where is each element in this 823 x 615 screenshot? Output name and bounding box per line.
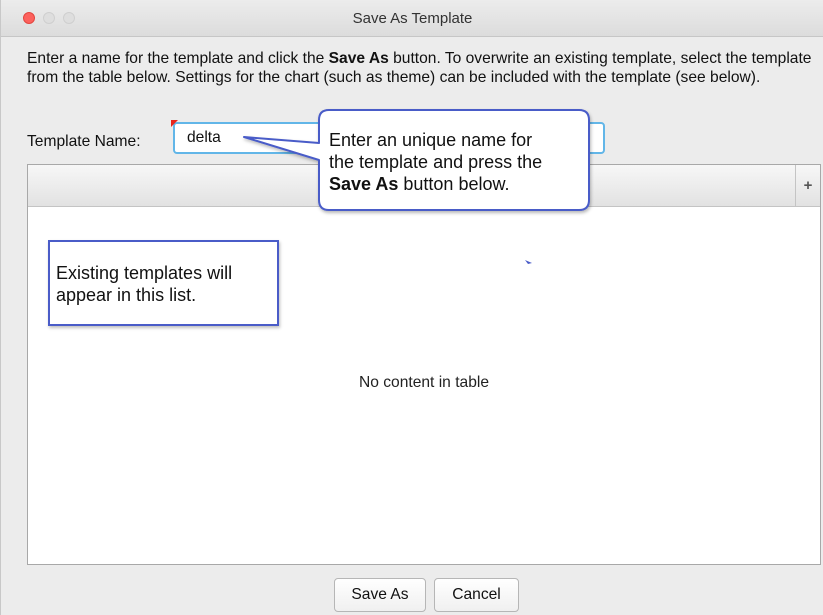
save-as-template-dialog: Save As Template Enter a name for the te…: [0, 0, 823, 615]
stray-cursor-mark: [525, 260, 532, 264]
callout-line-2: the template and press the: [329, 152, 543, 172]
add-column-icon[interactable]: +: [795, 165, 820, 206]
cancel-button[interactable]: Cancel: [434, 578, 519, 612]
error-corner-marker: [171, 120, 178, 127]
callout-line-1: Enter an unique name for: [329, 130, 533, 150]
window-title: Save As Template: [352, 10, 473, 27]
instructions-part-1: Enter a name for the template and click …: [27, 50, 329, 67]
note-text: Existing templates will appear in this l…: [56, 262, 232, 306]
title-bar: Save As Template: [1, 0, 823, 37]
template-name-label: Template Name:: [27, 133, 141, 150]
note-callout-box: Existing templates will appear in this l…: [48, 240, 279, 326]
callout-line-3-rest: button below.: [398, 174, 510, 194]
callout-name-text: Enter an unique name for the template an…: [329, 129, 542, 195]
instructions-text: Enter a name for the template and click …: [27, 49, 817, 87]
table-empty-message: No content in table: [358, 374, 490, 391]
templates-table[interactable]: + No content in table: [27, 164, 821, 565]
note-line-1: Existing templates will: [56, 263, 233, 283]
instructions-bold: Save As: [328, 50, 389, 67]
note-line-2: appear in this list.: [56, 285, 197, 305]
callout-bold: Save As: [329, 174, 399, 194]
callout-line-3: Save As button below.: [329, 173, 542, 195]
save-as-button[interactable]: Save As: [334, 578, 426, 612]
